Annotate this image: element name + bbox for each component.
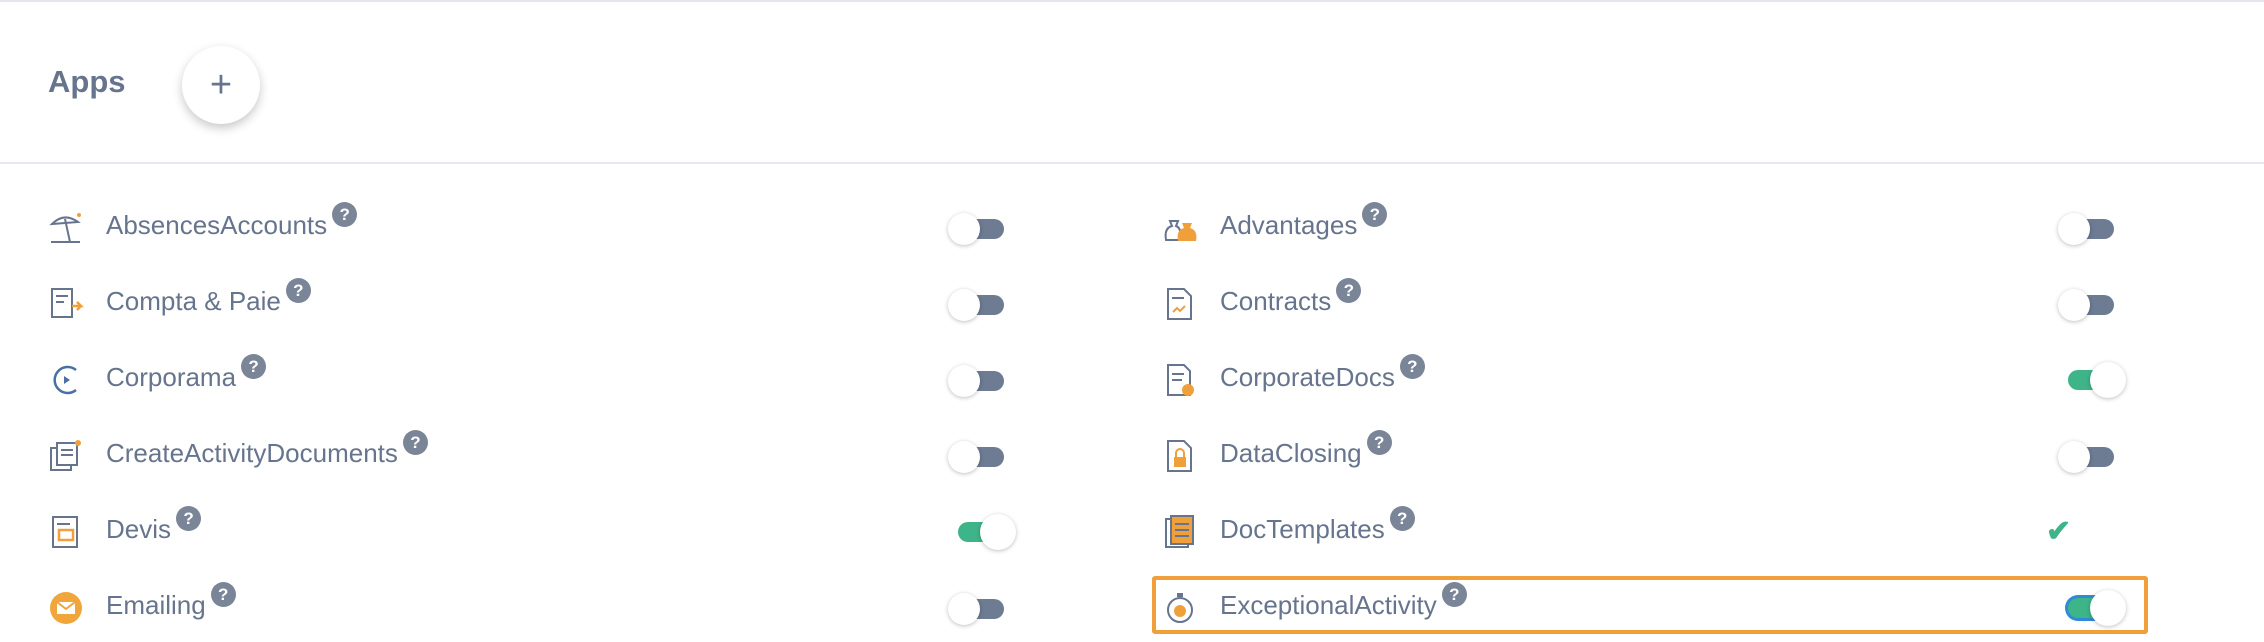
toggle-devis[interactable]	[952, 512, 1016, 550]
app-label: Devis?	[106, 506, 202, 545]
app-label: DocTemplates?	[1220, 506, 1415, 545]
app-row-doctemplates: DocTemplates? ✔	[1162, 502, 2142, 562]
help-icon[interactable]: ?	[176, 506, 202, 531]
app-label: CorporateDocs?	[1220, 354, 1425, 393]
help-icon[interactable]: ?	[1336, 278, 1362, 303]
toggle-corporama[interactable]	[948, 361, 1008, 399]
help-icon[interactable]: ?	[332, 202, 358, 227]
toggle-advantages[interactable]	[2058, 209, 2118, 247]
app-label: Contracts?	[1220, 278, 1362, 317]
app-label: Advantages?	[1220, 202, 1388, 241]
app-row-corporama: Corporama?	[48, 350, 1028, 410]
toggle-contracts[interactable]	[2058, 285, 2118, 323]
add-app-button[interactable]: +	[182, 46, 260, 124]
contract-document-icon	[1167, 288, 1192, 320]
corporama-logo-icon	[53, 365, 77, 395]
app-label: ExceptionalActivity?	[1220, 582, 1467, 621]
accounting-export-icon	[51, 288, 84, 318]
help-icon[interactable]: ?	[1362, 202, 1388, 227]
app-label: CreateActivityDocuments?	[106, 430, 428, 469]
toggle-emailing[interactable]	[948, 589, 1008, 627]
app-row-contracts: Contracts?	[1162, 274, 2142, 334]
help-icon[interactable]: ?	[1389, 506, 1415, 531]
app-row-corporatedocs: CorporateDocs?	[1162, 350, 2142, 410]
app-row-devis: Devis?	[48, 502, 1028, 562]
help-icon[interactable]: ?	[210, 582, 236, 607]
enabled-check-icon: ✔	[2046, 515, 2072, 548]
help-icon[interactable]: ?	[402, 430, 428, 455]
page-title: Apps	[48, 64, 126, 99]
help-icon[interactable]: ?	[285, 278, 311, 303]
toggle-dataclosing[interactable]	[2058, 437, 2118, 475]
toggle-createactivitydocuments[interactable]	[948, 437, 1008, 475]
toggle-absencesaccounts[interactable]	[948, 209, 1008, 247]
help-icon[interactable]: ?	[1441, 582, 1467, 607]
help-icon[interactable]: ?	[241, 354, 267, 379]
app-row-dataclosing: DataClosing?	[1162, 426, 2142, 486]
corporate-docs-icon	[1167, 364, 1194, 396]
activity-documents-icon	[50, 440, 81, 471]
app-row-createactivitydocuments: CreateActivityDocuments?	[48, 426, 1028, 486]
app-label: Compta & Paie?	[106, 278, 311, 317]
toggle-exceptionalactivity[interactable]	[2062, 588, 2126, 626]
app-row-exceptionalactivity: ExceptionalActivity?	[1162, 578, 2142, 638]
money-bags-icon	[1164, 220, 1197, 241]
help-icon[interactable]: ?	[1399, 354, 1425, 379]
toggle-corporatedocs[interactable]	[2062, 360, 2126, 398]
toggle-compta-paie[interactable]	[948, 285, 1008, 323]
app-label: DataClosing?	[1220, 430, 1392, 469]
app-row-advantages: Advantages?	[1162, 198, 2142, 258]
app-label: Corporama?	[106, 354, 267, 393]
app-row-absencesaccounts: AbsencesAccounts?	[48, 198, 1028, 258]
app-row-emailing: Emailing?	[48, 578, 1028, 638]
email-icon	[50, 592, 82, 624]
exceptional-activity-icon	[1167, 593, 1193, 623]
beach-umbrella-icon	[49, 213, 81, 243]
help-icon[interactable]: ?	[1366, 430, 1392, 455]
locked-document-icon	[1167, 440, 1192, 472]
doc-templates-icon	[1165, 515, 1194, 548]
app-label: Emailing?	[106, 582, 236, 621]
apps-header: Apps +	[0, 2, 2264, 164]
quote-document-icon	[52, 516, 78, 548]
app-row-compta-paie: Compta & Paie?	[48, 274, 1028, 334]
app-label: AbsencesAccounts?	[106, 202, 358, 241]
